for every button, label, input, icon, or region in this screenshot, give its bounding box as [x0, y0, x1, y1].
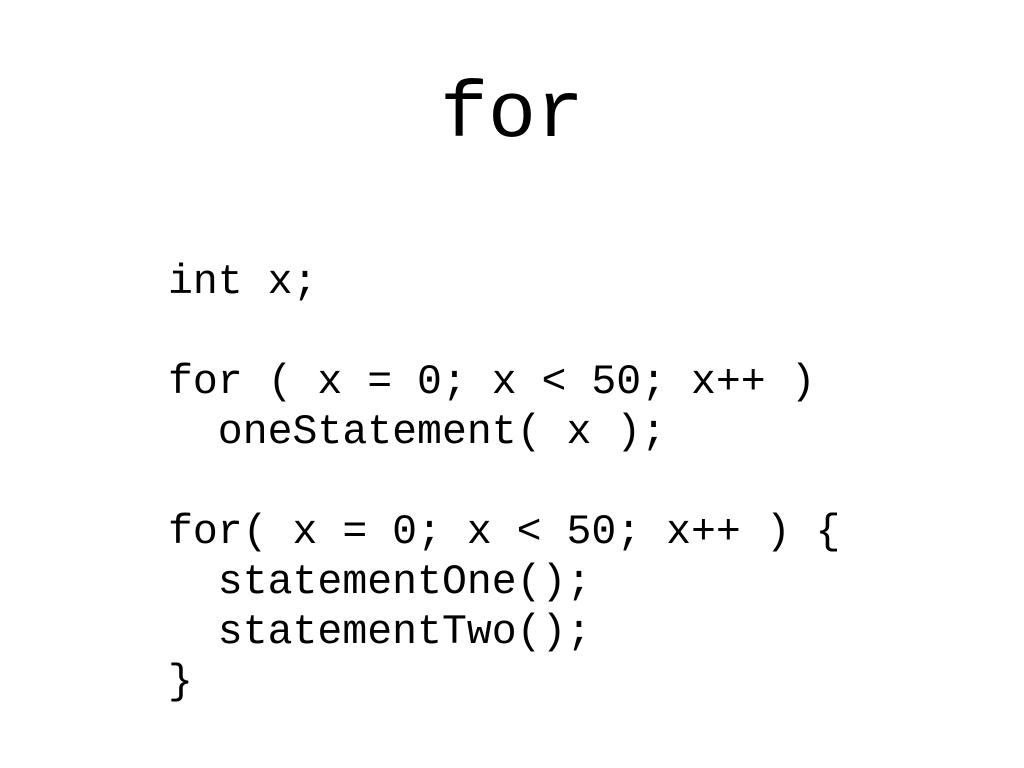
slide-title: for: [439, 70, 585, 161]
code-line-for-block-close: }: [168, 659, 193, 706]
code-line-declaration: int x;: [168, 259, 318, 306]
code-line-for-block-statement-two: statementTwo();: [168, 609, 592, 656]
code-line-for-single-header: for ( x = 0; x < 50; x++ ): [168, 359, 816, 406]
code-line-for-single-body: oneStatement( x );: [168, 409, 667, 456]
code-line-for-block-statement-one: statementOne();: [168, 559, 592, 606]
code-line-for-block-header: for( x = 0; x < 50; x++ ) {: [168, 509, 841, 556]
